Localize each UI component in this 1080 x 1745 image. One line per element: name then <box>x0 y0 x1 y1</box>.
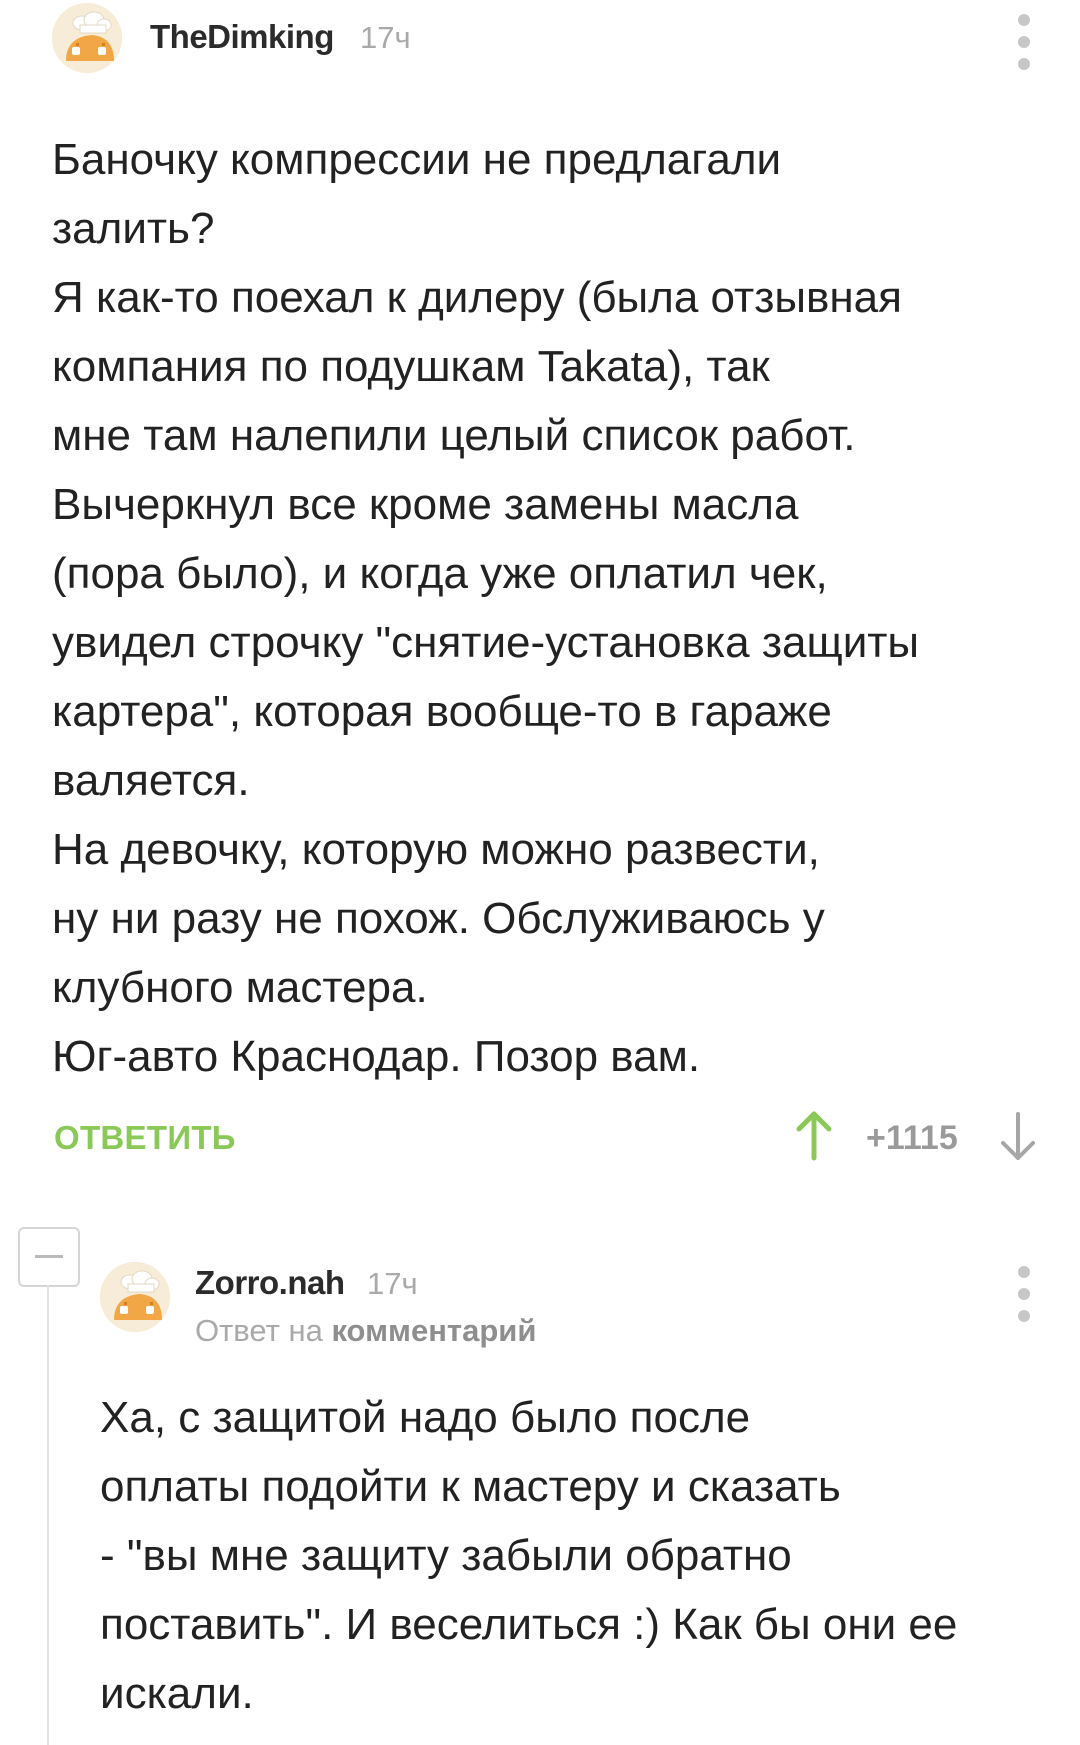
username[interactable]: Zorro.nah <box>195 1264 345 1302</box>
comment-time: 17ч <box>360 20 411 55</box>
upvote-arrow-icon[interactable] <box>794 1110 834 1162</box>
more-options-icon[interactable] <box>1009 14 1039 72</box>
comment-body: Ха, с защитой надо было после оплаты под… <box>100 1393 958 1718</box>
avatar[interactable] <box>52 3 122 73</box>
baker-avatar-icon <box>52 3 122 73</box>
minus-icon <box>35 1255 63 1258</box>
reply-to-link[interactable]: комментарий <box>331 1313 536 1348</box>
reply-button[interactable]: ОТВЕТИТЬ <box>54 1119 236 1157</box>
rating-value: +1115 <box>866 1119 958 1157</box>
username[interactable]: TheDimking <box>150 18 334 56</box>
thread-line[interactable] <box>47 1285 49 1745</box>
baker-avatar-icon <box>100 1262 170 1332</box>
more-options-icon[interactable] <box>1009 1266 1039 1324</box>
reply-to-prefix: Ответ на <box>195 1313 323 1348</box>
comment-body: Баночку компрессии не предлагали залить?… <box>52 135 920 1081</box>
comment-time: 17ч <box>367 1266 418 1301</box>
downvote-arrow-icon[interactable] <box>998 1110 1038 1162</box>
reply-to-line: Ответ на комментарий <box>195 1313 536 1349</box>
avatar[interactable] <box>100 1262 170 1332</box>
collapse-thread-button[interactable] <box>18 1227 80 1287</box>
